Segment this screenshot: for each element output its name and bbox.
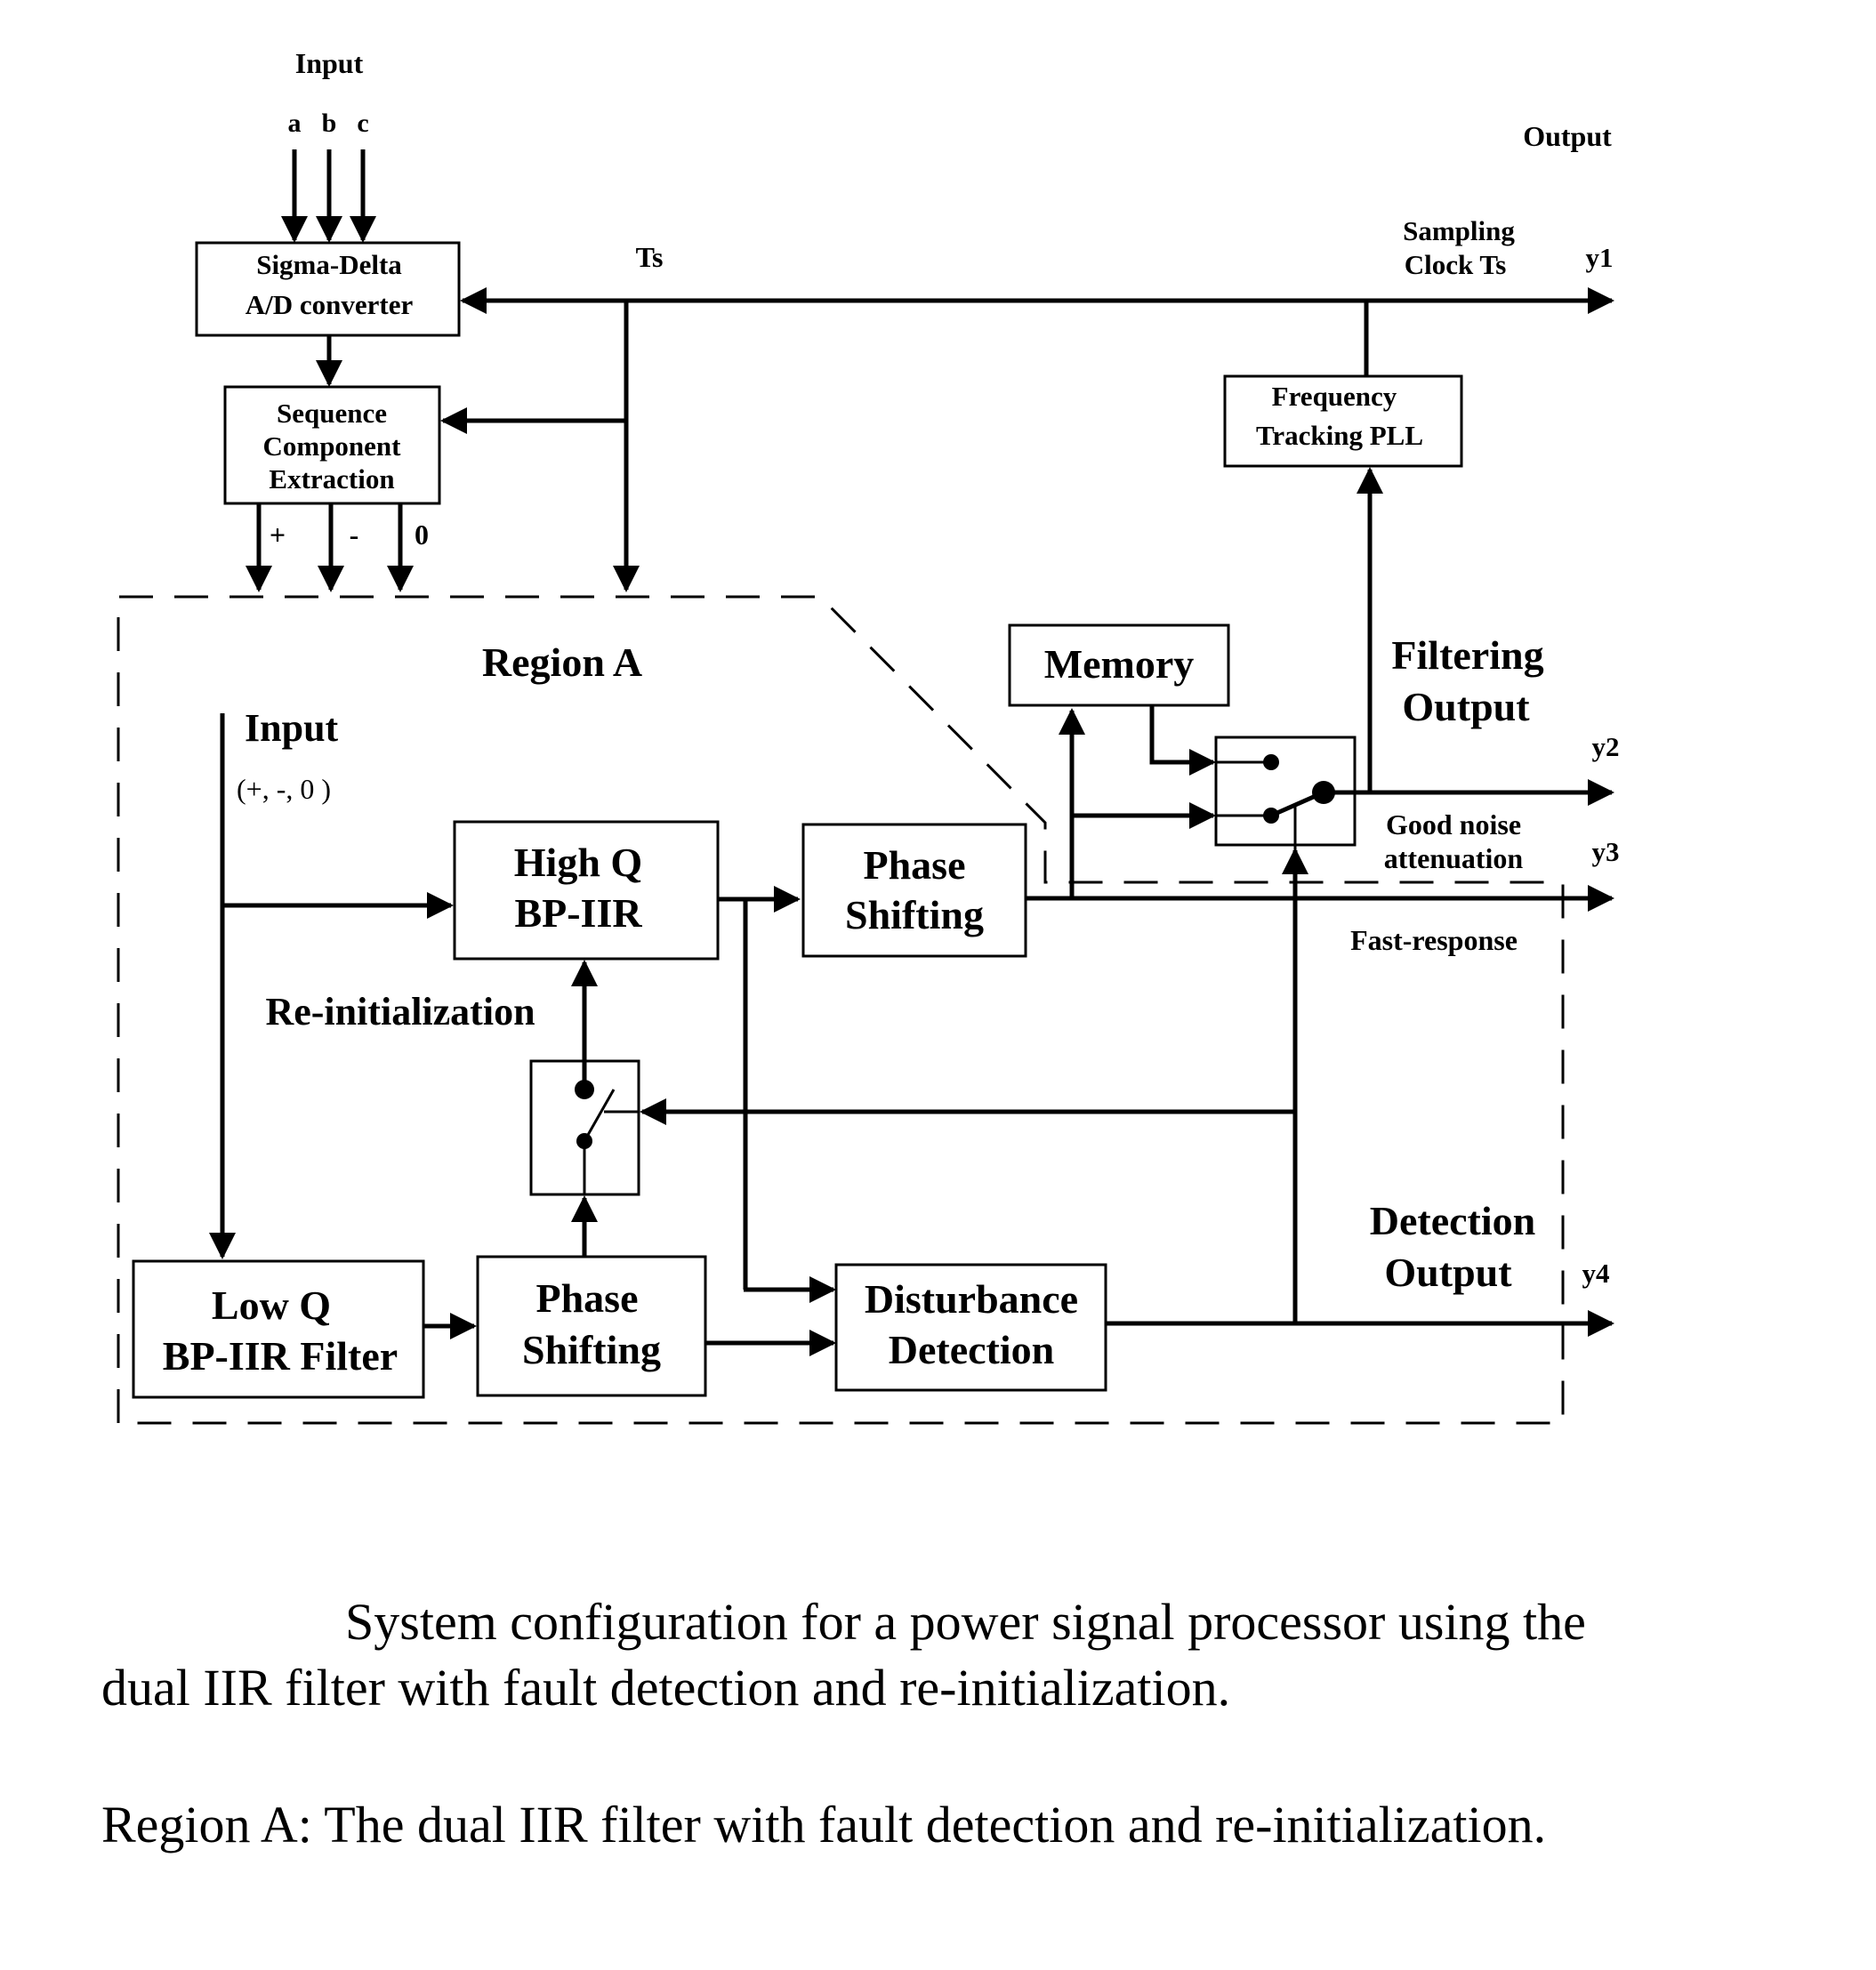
phase-shifting-lower-block: Phase Shifting <box>476 1255 707 1397</box>
detection-output-label-2: Output <box>1384 1250 1512 1295</box>
reinit-contact-top <box>575 1080 594 1099</box>
phase-a-label: a <box>288 109 302 138</box>
sequence-label-2: Component <box>262 430 401 462</box>
good-noise-label-2: attenuation <box>1384 842 1524 874</box>
memory-to-switch-arrow <box>1149 705 1216 776</box>
sequence-extraction-block: Sequence Component Extraction <box>223 385 441 505</box>
phase-lower-label-2: Shifting <box>522 1327 661 1372</box>
low-q-label-1: Low Q <box>212 1283 331 1328</box>
y1-label: y1 <box>1586 242 1614 273</box>
adc-label-1: Sigma-Delta <box>256 249 402 280</box>
disturbance-label-1: Disturbance <box>865 1276 1078 1322</box>
output-header: Output <box>1523 120 1612 152</box>
seq-minus-label: - <box>350 519 359 551</box>
phase-shifting-upper-block: Phase Shifting <box>801 823 1027 958</box>
caption-line-3: Region A: The dual IIR filter with fault… <box>101 1796 1547 1853</box>
switch-contact-memory <box>1263 754 1279 770</box>
region-input-sub: (+, -, 0 ) <box>237 773 331 805</box>
good-noise-label-1: Good noise <box>1386 808 1521 840</box>
caption-line-2: dual IIR filter with fault detection and… <box>101 1659 1231 1717</box>
sequence-label-3: Extraction <box>269 463 394 495</box>
y4-label: y4 <box>1582 1258 1610 1289</box>
phase-b-label: b <box>322 109 337 138</box>
disturbance-label-2: Detection <box>889 1327 1054 1372</box>
y2-label: y2 <box>1592 731 1620 762</box>
seq-zero-label: 0 <box>415 519 429 551</box>
y3-label: y3 <box>1592 836 1620 867</box>
input-header: Input <box>295 47 364 79</box>
sequence-label-1: Sequence <box>277 398 387 429</box>
detection-output-label-1: Detection <box>1370 1198 1535 1243</box>
filtering-output-label-1: Filtering <box>1391 632 1543 678</box>
phase-lower-label-1: Phase <box>536 1275 639 1321</box>
memory-block: Memory <box>1008 623 1230 707</box>
high-q-label-2: BP-IIR <box>514 890 642 936</box>
low-q-label-2: BP-IIR Filter <box>163 1333 398 1379</box>
low-q-bp-iir-block: Low Q BP-IIR Filter <box>132 1259 425 1399</box>
region-a-label: Region A <box>482 639 642 685</box>
disturbance-detection-block: Disturbance Detection <box>834 1263 1107 1392</box>
sampling-label-1: Sampling <box>1403 215 1515 246</box>
pll-block: Frequency Tracking PLL <box>1223 374 1463 468</box>
reinit-switch <box>529 1059 640 1196</box>
region-input-label: Input <box>245 706 339 750</box>
phase-upper-label-1: Phase <box>864 842 966 888</box>
seq-plus-label: + <box>270 519 286 551</box>
high-q-label-1: High Q <box>514 840 642 885</box>
caption-line-1: System configuration for a power signal … <box>345 1593 1586 1651</box>
adc-block: Sigma-Delta A/D converter <box>195 241 461 337</box>
ts-label: Ts <box>636 241 664 273</box>
reinit-label: Re-initialization <box>265 990 535 1033</box>
high-q-bp-iir-block: High Q BP-IIR <box>453 820 720 961</box>
filtering-output-label-2: Output <box>1402 684 1530 729</box>
adc-label-2: A/D converter <box>246 289 414 320</box>
sampling-label-2: Clock Ts <box>1405 249 1507 280</box>
phase-c-label: c <box>357 109 368 138</box>
pll-label-2: Tracking PLL <box>1256 420 1423 451</box>
phase-upper-label-2: Shifting <box>845 892 984 937</box>
fast-response-label: Fast-response <box>1350 924 1518 956</box>
pll-label-1: Frequency <box>1272 381 1397 412</box>
memory-label: Memory <box>1044 641 1195 687</box>
